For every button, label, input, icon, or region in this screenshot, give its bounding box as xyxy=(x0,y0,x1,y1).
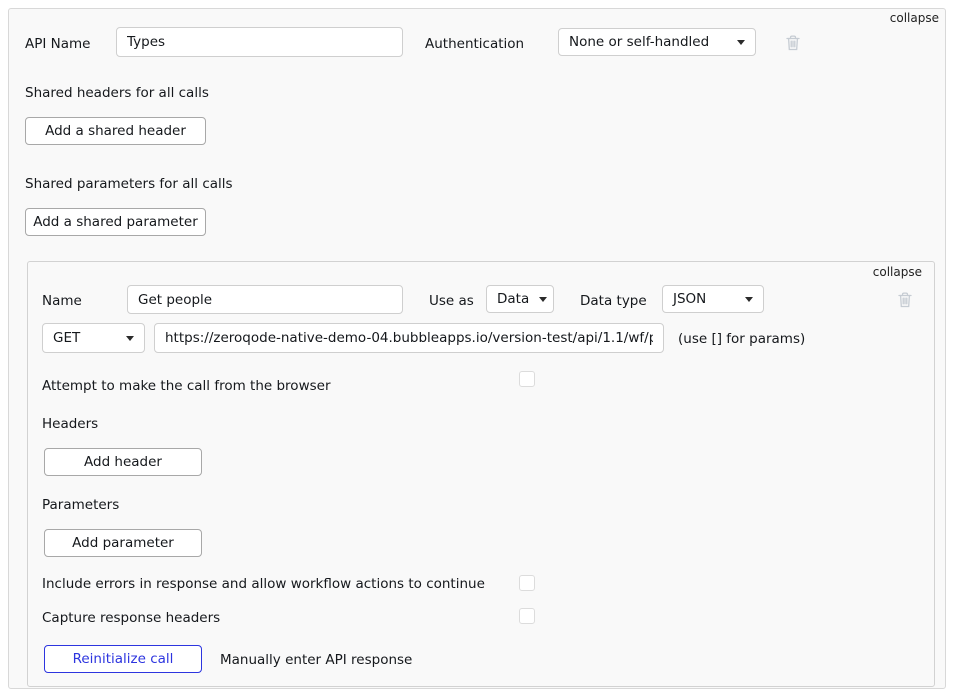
shared-headers-label: Shared headers for all calls xyxy=(25,85,209,101)
data-type-select-value: JSON xyxy=(673,291,706,307)
chevron-down-icon xyxy=(737,40,745,45)
authentication-label: Authentication xyxy=(425,36,524,52)
browser-call-checkbox[interactable] xyxy=(519,371,535,387)
api-name-label: API Name xyxy=(25,36,90,52)
add-header-button[interactable]: Add header xyxy=(44,448,202,476)
data-type-label: Data type xyxy=(580,293,647,309)
add-shared-parameter-button[interactable]: Add a shared parameter xyxy=(25,208,206,236)
parameters-label: Parameters xyxy=(42,497,119,513)
authentication-select-value: None or self-handled xyxy=(569,34,709,50)
delete-call-trash-icon[interactable] xyxy=(897,291,913,309)
include-errors-checkbox[interactable] xyxy=(519,575,535,591)
headers-label: Headers xyxy=(42,416,98,432)
chevron-down-icon xyxy=(745,297,753,302)
chevron-down-icon xyxy=(126,336,134,341)
manual-response-link[interactable]: Manually enter API response xyxy=(220,652,412,668)
add-parameter-button[interactable]: Add parameter xyxy=(44,529,202,557)
api-call-card: collapse Name Use as Data Data type JSON… xyxy=(27,261,935,687)
use-as-select[interactable]: Data xyxy=(486,285,554,313)
call-name-label: Name xyxy=(42,293,82,309)
data-type-select[interactable]: JSON xyxy=(662,285,764,313)
api-collapse-link[interactable]: collapse xyxy=(890,11,939,25)
http-method-select[interactable]: GET xyxy=(42,323,145,353)
url-params-hint: (use [] for params) xyxy=(678,331,805,347)
reinitialize-call-button[interactable]: Reinitialize call xyxy=(44,645,202,673)
browser-call-label: Attempt to make the call from the browse… xyxy=(42,378,331,394)
api-connector-card: collapse API Name Authentication None or… xyxy=(8,8,946,689)
call-url-input[interactable] xyxy=(154,323,664,353)
api-name-input[interactable] xyxy=(116,27,403,57)
capture-headers-label: Capture response headers xyxy=(42,610,220,626)
use-as-select-value: Data xyxy=(497,291,529,307)
shared-parameters-label: Shared parameters for all calls xyxy=(25,176,233,192)
chevron-down-icon xyxy=(539,297,547,302)
capture-headers-checkbox[interactable] xyxy=(519,608,535,624)
delete-api-trash-icon[interactable] xyxy=(785,34,801,52)
include-errors-label: Include errors in response and allow wor… xyxy=(42,576,485,592)
call-name-input[interactable] xyxy=(127,285,403,314)
add-shared-header-button[interactable]: Add a shared header xyxy=(25,117,206,145)
call-collapse-link[interactable]: collapse xyxy=(873,265,922,279)
use-as-label: Use as xyxy=(429,293,474,309)
http-method-select-value: GET xyxy=(53,330,80,346)
authentication-select[interactable]: None or self-handled xyxy=(558,28,756,56)
